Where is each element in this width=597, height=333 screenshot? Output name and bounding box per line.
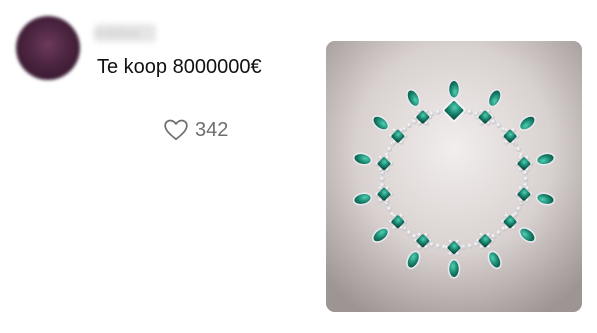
emerald-pendant [447, 258, 461, 279]
emerald-pendant [447, 79, 461, 100]
necklace-image [326, 41, 582, 312]
diamond-bead [435, 243, 441, 249]
diamond-bead [490, 233, 497, 239]
diamond-bead [516, 206, 522, 212]
like-button[interactable]: 342 [163, 117, 228, 143]
heart-outline-icon [164, 119, 188, 141]
like-count: 342 [195, 119, 229, 141]
author-username[interactable]: onlinkra [94, 24, 156, 42]
diamond-bead [523, 176, 529, 182]
diamond-bead [411, 119, 418, 125]
diamond-bead [386, 146, 392, 152]
diamond-bead [490, 119, 497, 125]
post-text: Te koop 8000000€ [97, 56, 262, 78]
post-card: onlinkra Te koop 8000000€ 342 [0, 0, 597, 333]
diamond-bead [379, 176, 385, 182]
diamond-bead [467, 243, 473, 249]
diamond-bead [467, 109, 473, 115]
diamond-bead [406, 122, 412, 128]
diamond-bead [496, 122, 502, 128]
diamond-bead [406, 230, 412, 236]
post-image[interactable] [326, 41, 582, 312]
author-avatar[interactable] [16, 16, 80, 80]
diamond-bead [386, 206, 392, 212]
diamond-bead [411, 233, 418, 239]
diamond-bead [435, 109, 441, 115]
diamond-bead [496, 230, 502, 236]
diamond-bead [516, 146, 522, 152]
